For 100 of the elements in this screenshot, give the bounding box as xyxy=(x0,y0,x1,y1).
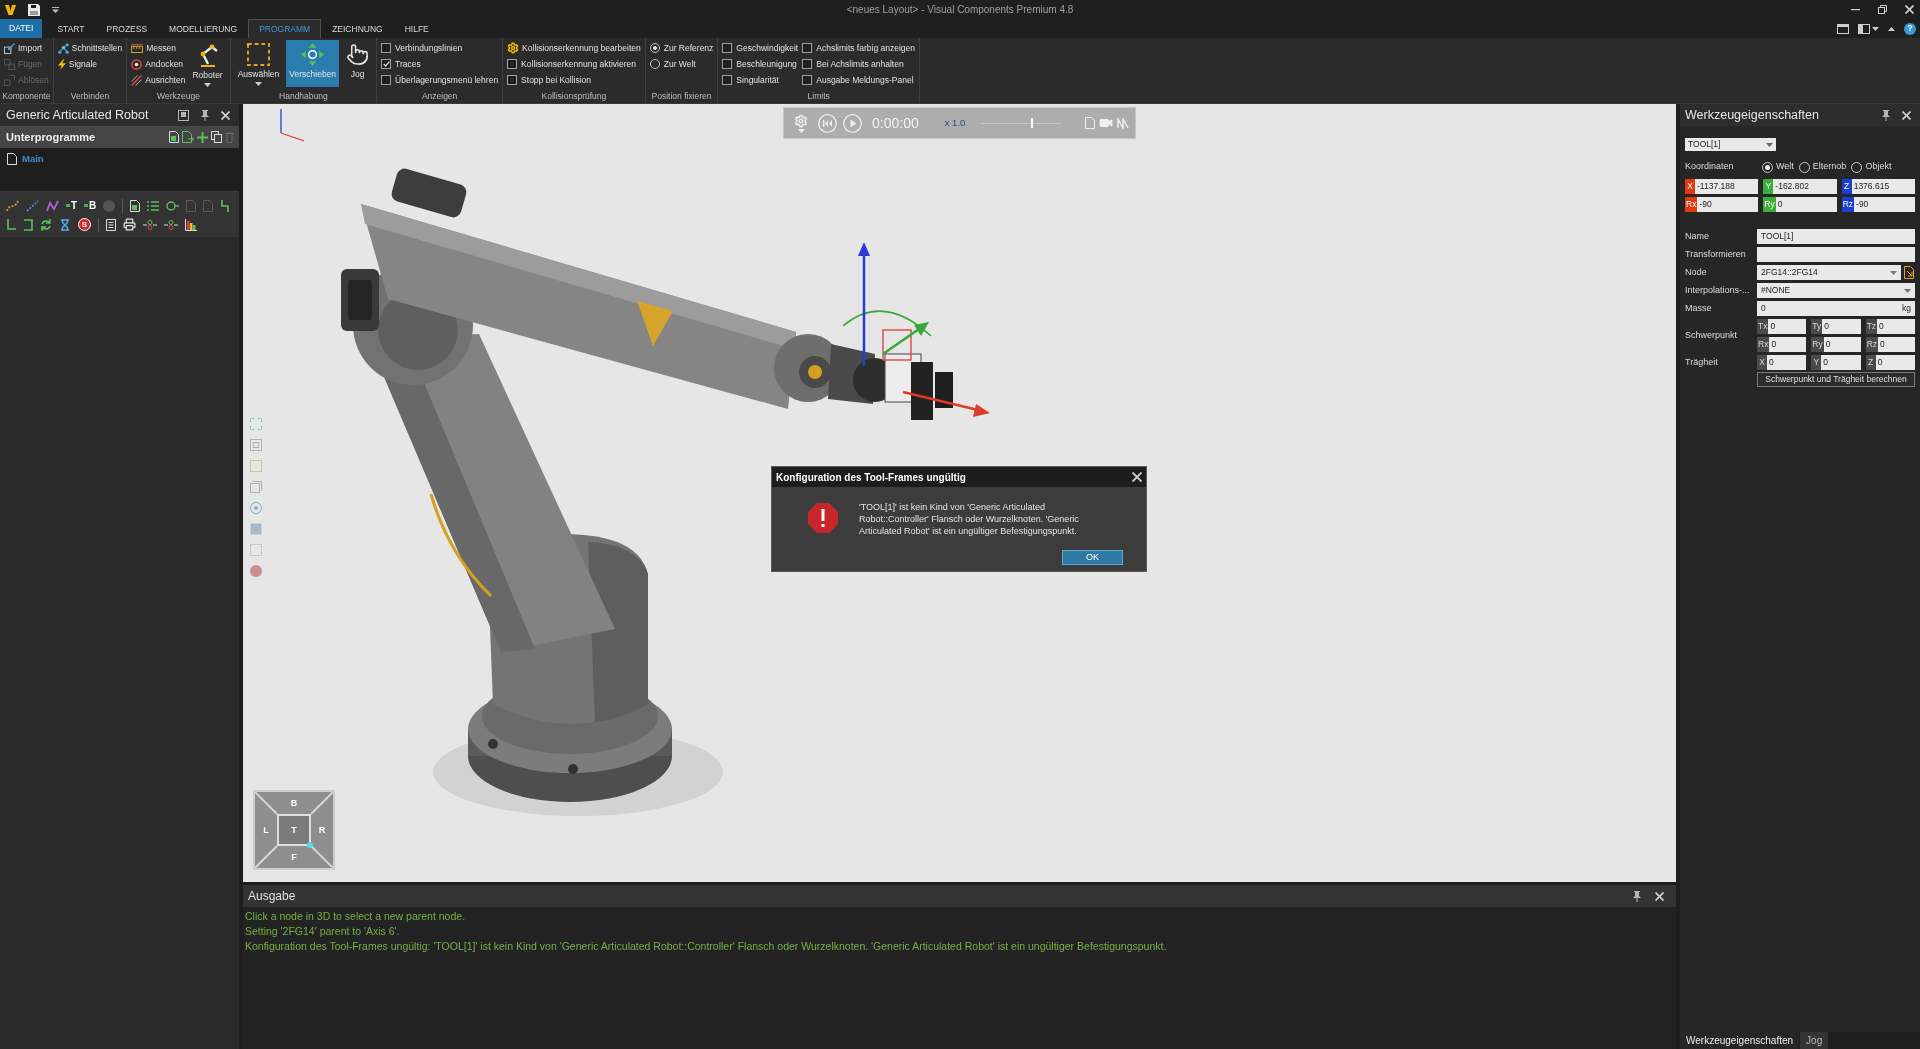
ribbon-button[interactable]: Signale xyxy=(57,56,123,72)
save-icon[interactable] xyxy=(28,3,40,16)
statement-button[interactable]: T xyxy=(66,200,78,211)
connector-icon[interactable] xyxy=(143,219,157,230)
navigation-cube[interactable]: B L T R F xyxy=(253,790,335,870)
panel-tab[interactable]: Werkzeugeigenschaften xyxy=(1680,1032,1800,1049)
ribbon-large-button[interactable]: Jog xyxy=(343,40,373,87)
coordinate-field[interactable]: X 0 xyxy=(1757,355,1807,370)
checkbox[interactable] xyxy=(802,43,813,53)
checkbox[interactable] xyxy=(722,75,733,85)
coordinate-field[interactable]: Rx -90 xyxy=(1685,197,1759,212)
ribbon-tab[interactable]: START xyxy=(46,19,96,38)
checkbox[interactable] xyxy=(802,75,813,85)
dropdown[interactable]: #NONE xyxy=(1757,283,1915,298)
plus-icon[interactable] xyxy=(197,131,208,143)
pin-icon[interactable] xyxy=(201,109,209,121)
restore-icon[interactable] xyxy=(1878,5,1887,14)
close-icon[interactable] xyxy=(1905,5,1914,14)
coordinate-field[interactable]: Ty 0 xyxy=(1811,319,1861,334)
printer-icon[interactable] xyxy=(123,218,136,231)
close-icon[interactable] xyxy=(1132,472,1142,482)
tool-dropdown[interactable]: TOOL[1] xyxy=(1685,138,1776,151)
coordinate-field[interactable]: Y -162.802 xyxy=(1763,179,1837,194)
window-icon[interactable] xyxy=(178,109,189,121)
ribbon-button[interactable]: Kollisionserkennung bearbeiten xyxy=(507,40,641,56)
ribbon-tab[interactable]: ZEICHNUNG xyxy=(321,19,394,38)
refresh-icon[interactable] xyxy=(40,218,52,231)
path-icon[interactable] xyxy=(26,199,39,212)
checkbox[interactable] xyxy=(802,59,813,69)
transform-gizmo-drawing[interactable] xyxy=(842,242,990,417)
ribbon-large-button[interactable]: Verschieben xyxy=(286,40,340,87)
routine-item[interactable]: Main xyxy=(7,152,44,167)
customize-icon[interactable] xyxy=(52,6,59,13)
layout-icon[interactable] xyxy=(1858,23,1870,34)
coordinate-field[interactable]: Ry 0 xyxy=(1763,197,1837,212)
statement-button[interactable]: B xyxy=(84,200,97,211)
step-icon[interactable] xyxy=(6,218,16,231)
move-icon xyxy=(301,43,325,66)
list-icon[interactable] xyxy=(147,200,160,211)
dropdown[interactable]: 2FG14::2FG14 xyxy=(1757,265,1901,280)
ribbon-tab[interactable]: PROGRAMM xyxy=(248,19,322,38)
close-icon[interactable] xyxy=(1902,110,1911,120)
new-document-icon[interactable] xyxy=(169,131,179,143)
coordinate-field[interactable]: X -1137.188 xyxy=(1685,179,1759,194)
coordinate-field[interactable]: Z 0 xyxy=(1865,355,1915,370)
bracket-icon[interactable] xyxy=(23,218,33,231)
checkbox-label: Überlagerungsmenü lehren xyxy=(395,73,499,87)
ribbon-tab[interactable]: MODELLIERUNG xyxy=(158,19,249,38)
path-icon[interactable] xyxy=(6,199,19,212)
checkbox[interactable] xyxy=(507,75,518,85)
loop-icon[interactable] xyxy=(166,199,180,212)
checkbox[interactable] xyxy=(507,59,518,69)
step-icon[interactable] xyxy=(220,199,231,212)
coordinate-field[interactable]: Ry 0 xyxy=(1811,337,1861,352)
text-field[interactable]: TOOL[1] xyxy=(1757,229,1915,244)
coordinate-field[interactable]: Tx 0 xyxy=(1757,319,1807,334)
ribbon-button[interactable]: Import xyxy=(4,40,49,56)
ribbon-tab[interactable]: HILFE xyxy=(393,19,440,38)
copy-icon[interactable] xyxy=(211,131,222,143)
pin-icon[interactable] xyxy=(1882,109,1890,121)
bar-chart-icon[interactable] xyxy=(185,218,197,231)
cube-face[interactable]: T xyxy=(277,814,311,846)
text-field[interactable] xyxy=(1757,247,1915,262)
ribbon-large-button[interactable]: Auswählen xyxy=(234,40,283,87)
slider-thumb[interactable] xyxy=(1030,118,1033,128)
layout-icon[interactable] xyxy=(1837,23,1849,34)
checkbox[interactable] xyxy=(381,59,392,69)
coordinate-field[interactable]: Z 1376.615 xyxy=(1841,179,1915,194)
zigzag-icon[interactable] xyxy=(46,199,59,212)
compute-button[interactable]: Schwerpunkt und Trägheit berechnen xyxy=(1757,372,1915,387)
document-arrow-icon[interactable] xyxy=(182,131,194,143)
ok-button[interactable]: OK xyxy=(1062,550,1123,565)
file-menu-button[interactable]: DATEI xyxy=(0,19,43,38)
connector-icon[interactable] xyxy=(164,219,178,230)
circle-dot-icon[interactable] xyxy=(250,502,262,514)
coordinate-field[interactable]: Rz 0 xyxy=(1865,337,1915,352)
speed-slider[interactable] xyxy=(981,117,1062,129)
coordinate-field[interactable]: Y 0 xyxy=(1811,355,1861,370)
number-field[interactable]: 0 kg xyxy=(1757,301,1915,316)
document-arrow-icon[interactable] xyxy=(1904,266,1915,279)
checkbox[interactable] xyxy=(381,75,392,85)
ribbon-tab[interactable]: PROZESS xyxy=(95,19,159,38)
stop-button[interactable]: S xyxy=(78,218,91,231)
pin-icon[interactable] xyxy=(1633,890,1641,902)
panel-tab[interactable]: Jog xyxy=(1799,1032,1829,1049)
ribbon-button[interactable]: Messen xyxy=(131,40,186,56)
coordinate-field[interactable]: Tz 0 xyxy=(1865,319,1915,334)
close-icon[interactable] xyxy=(1655,891,1664,901)
ribbon-button[interactable]: Ausrichten xyxy=(131,72,186,88)
coordinate-field[interactable]: Rz -90 xyxy=(1841,197,1915,212)
checkbox[interactable] xyxy=(722,43,733,53)
ribbon-button[interactable]: Andocken xyxy=(131,56,186,72)
checkbox[interactable] xyxy=(381,43,392,53)
ribbon-large-button[interactable]: Roboter xyxy=(189,40,226,87)
coordinate-field[interactable]: Rx 0 xyxy=(1757,337,1807,352)
checkbox[interactable] xyxy=(722,59,733,69)
ribbon-group-label: Kollisionsprüfung xyxy=(541,90,607,102)
ribbon-button[interactable]: Schnittstellen xyxy=(57,40,123,56)
close-icon[interactable] xyxy=(221,110,230,120)
hourglass-icon[interactable] xyxy=(59,218,71,231)
